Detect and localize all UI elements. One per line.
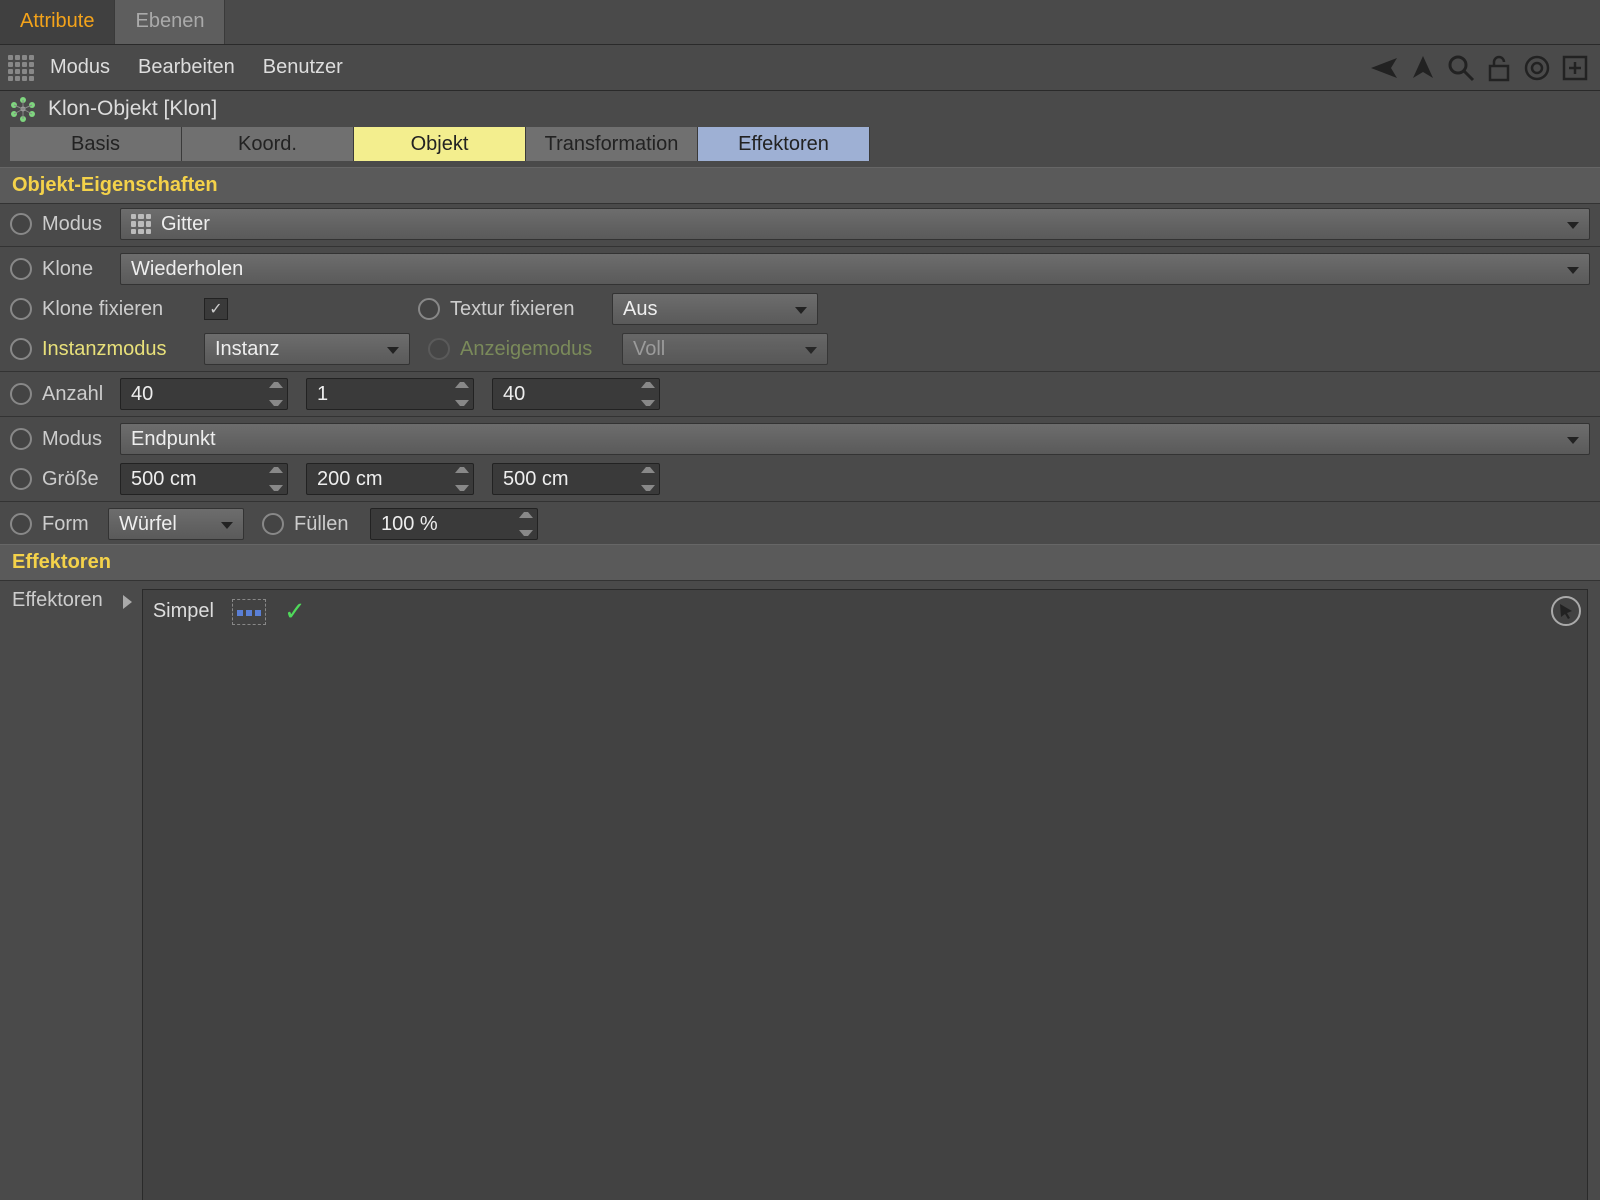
tab-attribute[interactable]: Attribute (0, 0, 115, 44)
anim-dot-groesse[interactable] (10, 468, 32, 490)
anim-dot-anzeige[interactable] (428, 338, 450, 360)
add-panel-icon[interactable] (1558, 51, 1592, 85)
anim-dot-modus2[interactable] (10, 428, 32, 450)
dropdown-modus[interactable]: Gitter (120, 208, 1590, 240)
effector-enabled-check-icon[interactable]: ✓ (284, 596, 306, 627)
effector-type-icon (232, 599, 266, 625)
input-fuellen[interactable]: 100 % (370, 508, 538, 540)
anim-dot-modus[interactable] (10, 213, 32, 235)
dropdown-modus2[interactable]: Endpunkt (120, 423, 1590, 455)
label-anzeigemodus: Anzeigemodus (460, 338, 608, 361)
object-header: Klon-Objekt [Klon] (0, 91, 1600, 127)
menu-edit[interactable]: Bearbeiten (138, 56, 235, 79)
attribute-sub-tabs: Basis Koord. Objekt Transformation Effek… (0, 127, 1600, 167)
attribute-menu-bar: Modus Bearbeiten Benutzer (0, 45, 1600, 91)
anim-dot-anzahl[interactable] (10, 383, 32, 405)
label-effectors-list: Effektoren (12, 589, 103, 612)
input-groesse-x[interactable]: 500 cm (120, 463, 288, 495)
effectors-list[interactable]: Simpel ✓ (142, 589, 1588, 1200)
search-icon[interactable] (1444, 51, 1478, 85)
panel-tab-bar: Attribute Ebenen (0, 0, 1600, 45)
anim-dot-textur-fix[interactable] (418, 298, 440, 320)
lock-icon[interactable] (1482, 51, 1516, 85)
subtab-objekt[interactable]: Objekt (354, 127, 526, 161)
dropdown-anzeigemodus[interactable]: Voll (622, 333, 828, 365)
dropdown-form[interactable]: Würfel (108, 508, 244, 540)
dropdown-instanzmodus[interactable]: Instanz (204, 333, 410, 365)
menu-mode[interactable]: Modus (50, 56, 110, 79)
label-textur-fixieren: Textur fixieren (450, 298, 598, 321)
anim-dot-klone-fix[interactable] (10, 298, 32, 320)
label-modus: Modus (42, 213, 106, 236)
input-anzahl-y[interactable]: 1 (306, 378, 474, 410)
subtab-transformation[interactable]: Transformation (526, 127, 698, 161)
subtab-basis[interactable]: Basis (10, 127, 182, 161)
subtab-koord[interactable]: Koord. (182, 127, 354, 161)
label-form: Form (42, 513, 94, 536)
object-title: Klon-Objekt [Klon] (48, 97, 217, 121)
anim-dot-form[interactable] (10, 513, 32, 535)
label-klone: Klone (42, 258, 106, 281)
effector-item[interactable]: Simpel ✓ (153, 596, 1577, 627)
grid-menu-icon[interactable] (8, 55, 34, 81)
nav-back-icon[interactable] (1368, 51, 1402, 85)
label-fuellen: Füllen (294, 513, 356, 536)
label-klone-fixieren: Klone fixieren (42, 298, 190, 321)
expand-triangle-icon[interactable] (123, 595, 132, 609)
input-anzahl-z[interactable]: 40 (492, 378, 660, 410)
anim-dot-instanz[interactable] (10, 338, 32, 360)
label-anzahl: Anzahl (42, 383, 106, 406)
grid-mode-icon (131, 214, 151, 234)
input-anzahl-x[interactable]: 40 (120, 378, 288, 410)
anim-dot-fuellen[interactable] (262, 513, 284, 535)
label-modus2: Modus (42, 428, 106, 451)
dropdown-klone[interactable]: Wiederholen (120, 253, 1590, 285)
nav-up-icon[interactable] (1406, 51, 1440, 85)
list-cursor-icon[interactable] (1551, 596, 1581, 626)
checkbox-klone-fixieren[interactable] (204, 298, 228, 320)
section-effectors: Effektoren (0, 544, 1600, 581)
dropdown-textur-fixieren[interactable]: Aus (612, 293, 818, 325)
input-groesse-y[interactable]: 200 cm (306, 463, 474, 495)
input-groesse-z[interactable]: 500 cm (492, 463, 660, 495)
target-icon[interactable] (1520, 51, 1554, 85)
anim-dot-klone[interactable] (10, 258, 32, 280)
label-instanzmodus: Instanzmodus (42, 338, 190, 361)
effector-name: Simpel (153, 600, 214, 623)
cloner-icon (10, 96, 36, 122)
section-object-properties: Objekt-Eigenschaften (0, 167, 1600, 204)
menu-user[interactable]: Benutzer (263, 56, 343, 79)
label-groesse: Größe (42, 468, 106, 491)
subtab-effektoren[interactable]: Effektoren (698, 127, 870, 161)
tab-layers[interactable]: Ebenen (115, 0, 225, 44)
